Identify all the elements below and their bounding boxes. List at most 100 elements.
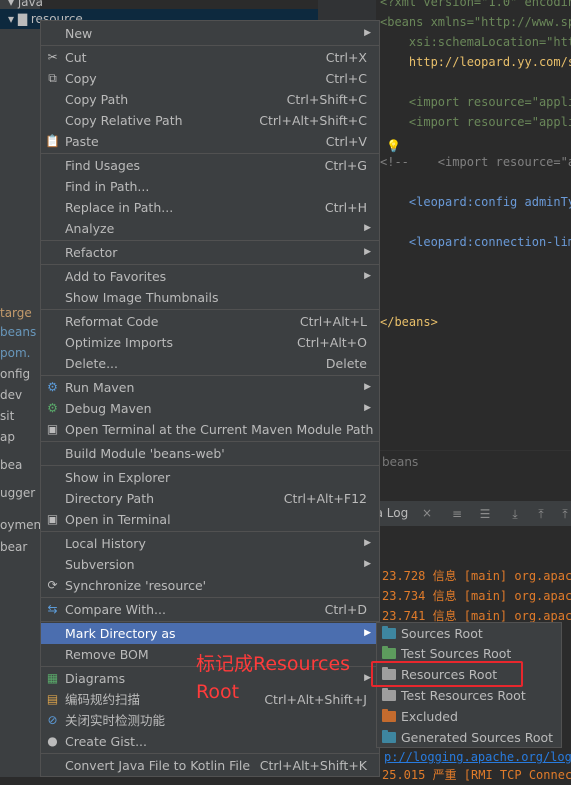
submenu-item-excluded[interactable]: Excluded [377,706,561,727]
menu-item-find-usages[interactable]: Find Usages Ctrl+G [41,155,379,176]
tree-label: dev [0,388,23,402]
tree-item-dev[interactable]: dev [0,385,22,405]
tool-tab-beans[interactable]: bea [0,455,22,475]
menu-item-reformat-code[interactable]: Reformat Code Ctrl+Alt+L [41,311,379,332]
menu-item-debug-maven[interactable]: ⚙ Debug Maven ▶ [41,398,379,419]
tree-label: java [17,0,43,9]
tree-item-target[interactable]: targe [0,303,32,323]
menu-item-label: Convert Java File to Kotlin File [65,758,251,773]
folder-icon [382,626,396,639]
tree-item-ap[interactable]: ap [0,427,15,447]
code-line: xsi:schemaLocation="http [380,35,571,49]
menu-item-open-in-terminal[interactable]: ▣ Open in Terminal [41,509,379,530]
menu-item-label: Paste [65,134,99,149]
tree-item-beans[interactable]: beans [0,322,36,342]
menu-item-replace-in-path[interactable]: Replace in Path... Ctrl+H [41,197,379,218]
github-icon: ● [47,734,58,748]
list-icon[interactable]: ☰ [478,507,492,521]
menu-item-label: Cut [65,50,87,65]
submenu-item-label: Generated Sources Root [401,730,554,745]
scissors-icon: ✂ [47,50,58,64]
tool-tab-debugger[interactable]: ugger [0,483,35,503]
submenu-item-test-resources-root[interactable]: Test Resources Root [377,685,561,706]
tree-item-pom[interactable]: pom. [0,343,30,363]
menu-item-shortcut: Ctrl+V [325,134,367,149]
menu-item-show-in-explorer[interactable]: Show in Explorer [41,467,379,488]
download-icon[interactable]: ⤓ [508,507,522,521]
lightbulb-icon[interactable]: 💡 [386,136,401,156]
menu-item-optimize-imports[interactable]: Optimize Imports Ctrl+Alt+O [41,332,379,353]
menu-separator [41,309,379,310]
submenu-arrow-icon: ▶ [364,247,371,257]
submenu-arrow-icon: ▶ [364,223,371,233]
menu-item-show-image-thumbnails[interactable]: Show Image Thumbnails [41,287,379,308]
menu-item-label: Refactor [65,245,118,260]
menu-item-refactor[interactable]: Refactor ▶ [41,242,379,263]
menu-item-copy[interactable]: ⧉ Copy Ctrl+C [41,68,379,89]
menu-item-shortcut: Ctrl+Alt+Shift+K [259,758,367,773]
menu-item-[interactable]: ⊘ 关闭实时检测功能 [41,710,379,731]
menu-item-find-in-path[interactable]: Find in Path... [41,176,379,197]
tool-tab-deployment[interactable]: oyment [0,515,46,535]
menu-separator [41,531,379,532]
close-icon[interactable]: × [422,506,432,520]
menu-item-label: Diagrams [65,671,126,686]
menu-item-paste[interactable]: 📋 Paste Ctrl+V [41,131,379,152]
menu-item-label: Reformat Code [65,314,159,329]
menu-item-label: Analyze [65,221,115,236]
menu-item-label: Directory Path [65,491,155,506]
menu-separator [41,753,379,754]
menu-item-open-terminal-at-the-current-maven-module-path[interactable]: ▣ Open Terminal at the Current Maven Modu… [41,419,379,440]
menu-item-mark-directory-as[interactable]: Mark Directory as ▶ [41,623,379,644]
menu-item-label: 编码规约扫描 [65,692,141,707]
menu-item-run-maven[interactable]: ⚙ Run Maven ▶ [41,377,379,398]
menu-item-copy-relative-path[interactable]: Copy Relative Path Ctrl+Alt+Shift+C [41,110,379,131]
menu-item-label: Add to Favorites [65,269,167,284]
terminal-icon: ▣ [46,422,59,436]
highlight-box [371,661,523,687]
log-link[interactable]: p://logging.apache.org/log4 [384,747,571,767]
menu-item-synchronize-resource[interactable]: ⟳ Synchronize 'resource' [41,575,379,596]
menu-item-cut[interactable]: ✂ Cut Ctrl+X [41,47,379,68]
menu-item-label: New [65,26,93,41]
menu-item-label: Copy Path [65,92,129,107]
submenu-item-sources-root[interactable]: Sources Root [377,623,561,644]
menu-icon[interactable]: ≡ [450,507,464,521]
tree-label: sit [0,409,15,423]
menu-item-compare-with[interactable]: ⇆ Compare With... Ctrl+D [41,599,379,620]
submenu-arrow-icon: ▶ [364,538,371,548]
menu-item-delete[interactable]: Delete... Delete [41,353,379,374]
menu-item-local-history[interactable]: Local History ▶ [41,533,379,554]
upload-icon[interactable]: ⤒ [534,507,548,521]
submenu-arrow-icon: ▶ [364,28,371,38]
scroll-top-icon[interactable]: ⤒ [558,507,571,521]
debug-gear-icon: ⚙ [47,401,58,415]
tree-label: targe [0,306,32,320]
menu-item-new[interactable]: New ▶ [41,23,379,44]
menu-item-build-module-beans-web[interactable]: Build Module 'beans-web' [41,443,379,464]
tree-item-sit[interactable]: sit [0,406,14,426]
code-line: <import resource="applic [380,95,571,109]
menu-item-directory-path[interactable]: Directory Path Ctrl+Alt+F12 [41,488,379,509]
diagram-icon: ▦ [46,671,59,685]
menu-item-label: Show Image Thumbnails [65,290,219,305]
menu-item-create-gist[interactable]: ● Create Gist... [41,731,379,752]
menu-item-label: Copy Relative Path [65,113,183,128]
code-line: <leopard:connection-limi [380,235,571,249]
tree-label: bear [0,540,28,554]
log-line: 23.734 信息 [main] org.apac [382,589,571,603]
submenu-item-generated-sources-root[interactable]: Generated Sources Root [377,727,561,748]
menu-item-shortcut: Ctrl+Alt+Shift+C [259,113,367,128]
menu-item-convert-java-file-to-kotlin-file[interactable]: Convert Java File to Kotlin File Ctrl+Alt… [41,755,379,776]
menu-separator [41,441,379,442]
log-line: 25.015 严重 [RMI TCP Connec [382,768,571,782]
tree-item-config[interactable]: onfig [0,364,30,384]
menu-item-copy-path[interactable]: Copy Path Ctrl+Shift+C [41,89,379,110]
menu-item-analyze[interactable]: Analyze ▶ [41,218,379,239]
tool-tab-bean[interactable]: bear [0,537,27,557]
menu-item-subversion[interactable]: Subversion ▶ [41,554,379,575]
annotation-text: 标记成Resources Root [196,653,351,703]
menu-item-add-to-favorites[interactable]: Add to Favorites ▶ [41,266,379,287]
menu-item-shortcut: Ctrl+Alt+L [299,314,367,329]
menu-item-label: Replace in Path... [65,200,174,215]
